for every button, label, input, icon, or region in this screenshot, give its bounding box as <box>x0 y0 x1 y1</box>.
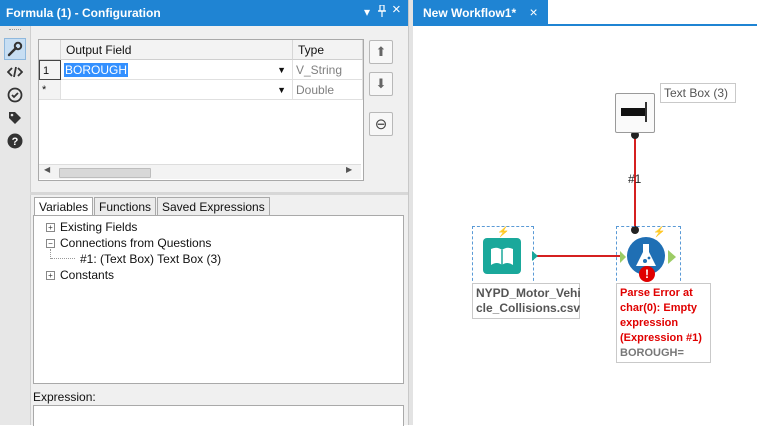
new-row-marker[interactable]: * <box>39 80 61 100</box>
scroll-thumb[interactable] <box>59 168 151 178</box>
dropdown-arrow-icon[interactable]: ▼ <box>277 80 286 100</box>
variables-tree: + Existing Fields − Connections from Quest… <box>33 215 404 384</box>
expand-icon[interactable]: + <box>46 271 55 280</box>
workflow-tab-label: New Workflow1* <box>423 6 517 20</box>
tree-item-constants[interactable]: + Constants <box>46 267 114 283</box>
output-fields-grid: Output Field Type 1 BOROUGH ▼ V_String *… <box>38 39 364 181</box>
tree-connector-line <box>51 258 75 260</box>
tree-item-question-connection[interactable]: #1: (Text Box) Text Box (3) <box>80 251 221 267</box>
formula-tool-label: Parse Error at char(0): Empty expression… <box>616 283 711 363</box>
scroll-left-icon[interactable]: ◀ <box>44 165 50 174</box>
input-anchor-icon[interactable] <box>620 251 626 263</box>
new-type-cell[interactable]: Double <box>293 80 363 100</box>
expression-editor[interactable] <box>33 405 404 426</box>
configuration-panel: Formula (1) - Configuration ▾ × ? Output… <box>0 0 408 426</box>
panel-title: Formula (1) - Configuration <box>6 6 161 20</box>
text-cursor-icon <box>645 102 647 122</box>
new-field-select[interactable]: ▼ <box>61 80 293 100</box>
pin-icon[interactable] <box>377 4 387 22</box>
grip-handle[interactable] <box>9 29 21 32</box>
column-header-type[interactable]: Type <box>293 40 363 60</box>
workflow-canvas[interactable]: Text Box (3) #1 ⚡ NYPD_Motor_Vehi cle_Co… <box>413 26 757 425</box>
code-icon[interactable] <box>5 62 25 82</box>
delete-row-button[interactable]: ⊖ <box>369 112 393 136</box>
text-box-tool[interactable] <box>615 93 655 133</box>
error-icon: ! <box>639 266 655 282</box>
panel-splitter[interactable] <box>30 192 408 195</box>
move-down-button[interactable]: ⬇ <box>369 72 393 96</box>
type-cell[interactable]: V_String <box>293 60 363 80</box>
close-panel-icon[interactable]: × <box>392 2 401 17</box>
lightning-icon: ⚡ <box>497 227 510 238</box>
expand-icon[interactable]: + <box>46 223 55 232</box>
tree-item-connections[interactable]: − Connections from Questions <box>46 235 211 251</box>
book-icon <box>491 247 513 265</box>
canvas-tab-bar: New Workflow1* × <box>413 0 757 26</box>
tab-saved-expressions[interactable]: Saved Expressions <box>157 197 270 216</box>
error-line: expression <box>620 317 679 329</box>
horizontal-scrollbar[interactable]: ◀ ▶ <box>39 164 361 179</box>
connection-label: #1 <box>628 172 642 186</box>
tree-item-existing-fields[interactable]: + Existing Fields <box>46 219 137 235</box>
grid-corner-header <box>39 40 61 60</box>
output-anchor-icon[interactable] <box>668 250 676 264</box>
input-tool-label: NYPD_Motor_Vehi cle_Collisions.csv <box>472 283 581 319</box>
column-header-output-field[interactable]: Output Field <box>61 40 293 60</box>
target-icon[interactable] <box>5 85 25 105</box>
tab-functions[interactable]: Functions <box>94 197 157 216</box>
tool-rail: ? <box>0 26 31 425</box>
error-line: (Expression #1) <box>620 332 702 344</box>
text-box-icon <box>621 108 645 116</box>
move-up-button[interactable]: ⬆ <box>369 40 393 64</box>
formula-expression-text: BOROUGH= <box>620 347 684 359</box>
output-field-value: BOROUGH <box>64 63 129 77</box>
tab-variables[interactable]: Variables <box>34 197 94 217</box>
text-box-label: Text Box (3) <box>660 83 736 103</box>
help-icon[interactable]: ? <box>5 131 25 151</box>
error-line: char(0): Empty <box>620 302 698 314</box>
dropdown-arrow-icon[interactable]: ▼ <box>277 60 286 80</box>
lightning-icon: ⚡ <box>653 227 666 238</box>
panel-title-bar: Formula (1) - Configuration ▾ × <box>0 0 408 26</box>
input-data-tool[interactable] <box>483 238 521 274</box>
tab-new-workflow[interactable]: New Workflow1* × <box>413 0 548 24</box>
close-tab-icon[interactable]: × <box>529 4 537 20</box>
wrench-icon[interactable] <box>4 38 26 60</box>
error-line: Parse Error at <box>620 287 693 299</box>
expression-label: Expression: <box>33 390 96 404</box>
collapse-icon[interactable]: − <box>46 239 55 248</box>
svg-text:?: ? <box>12 136 19 148</box>
tag-icon[interactable] <box>5 108 25 128</box>
scroll-right-icon[interactable]: ▶ <box>346 165 352 174</box>
chevron-down-icon[interactable]: ▾ <box>364 5 370 19</box>
output-field-select[interactable]: BOROUGH ▼ <box>61 60 293 80</box>
output-anchor-icon[interactable] <box>532 251 538 261</box>
row-number[interactable]: 1 <box>39 60 61 80</box>
